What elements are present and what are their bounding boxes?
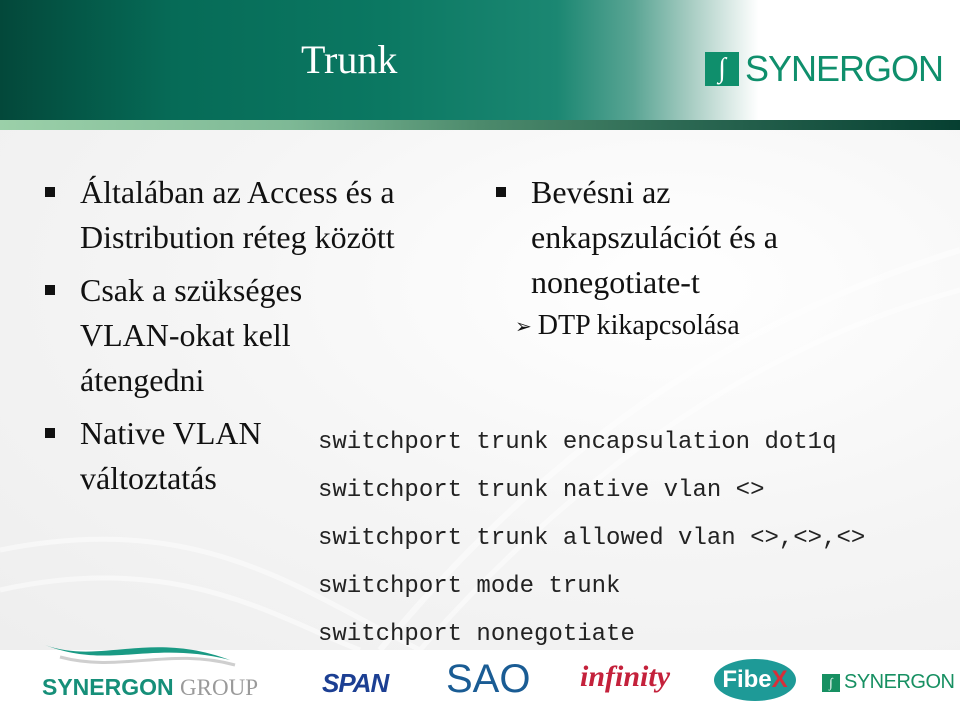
slide-title: Trunk (301, 37, 398, 82)
bullet-text-line: enkapszulációt és a (531, 219, 778, 255)
synergon-group-swoosh-icon (45, 645, 236, 667)
sao-logo: SAO (446, 657, 531, 701)
bullet-text-line: Distribution réteg között (80, 219, 395, 255)
square-bullet-icon (45, 285, 55, 295)
synergon-logo: ∫ SYNERGON (705, 48, 944, 89)
code-line: switchport trunk encapsulation dot1q (318, 429, 837, 456)
bullet-text-line: nonegotiate-t (531, 264, 700, 300)
bullet-text-line: VLAN-okat kell (80, 317, 291, 353)
synergon-group-logo: SYNERGON GROUP (42, 674, 258, 701)
square-bullet-icon (45, 187, 55, 197)
bullet-text-line: átengedni (80, 362, 205, 398)
group-name-text: SYNERGON (42, 674, 174, 700)
square-bullet-icon (496, 187, 506, 197)
bullet-text-line: Bevésni az (531, 174, 671, 210)
fibex-x-text: X (771, 666, 788, 693)
bullet-item: Csak a szükséges VLAN-okat kell átengedn… (45, 268, 465, 403)
sub-bullet-item: ➢ DTP kikapcsolása (515, 310, 740, 342)
sub-bullet-text: DTP kikapcsolása (537, 310, 740, 341)
arrow-bullet-icon: ➢ (515, 314, 532, 338)
bullet-text-line: Csak a szükséges (80, 272, 303, 308)
infinity-logo: infinity (580, 660, 671, 693)
synergon-footer-text: SYNERGON (844, 671, 955, 693)
right-bullet-item: Bevésni az enkapszulációt és a nonegotia… (496, 170, 896, 305)
synergon-footer-logo: ∫ SYNERGON (822, 671, 955, 694)
bullet-text-line: Általában az Access és a (80, 174, 395, 210)
header-stripe (0, 120, 960, 130)
code-line: switchport trunk allowed vlan <>,<>,<> (318, 525, 866, 552)
code-line: switchport trunk native vlan <> (318, 477, 765, 504)
square-bullet-icon (45, 428, 55, 438)
synergon-mark-icon: ∫ (705, 52, 739, 86)
span-logo: SPAN (322, 668, 389, 698)
fibex-logo: Fibe X (714, 659, 796, 701)
synergon-mark-icon: ∫ (822, 673, 840, 692)
fibex-text: Fibe (722, 666, 772, 693)
right-bullet-text: Bevésni az enkapszulációt és a nonegotia… (496, 170, 896, 305)
synergon-logo-text: SYNERGON (745, 48, 944, 89)
code-block: switchport trunk encapsulation dot1q swi… (318, 425, 865, 665)
code-line: switchport mode trunk (318, 573, 621, 600)
bullet-item: Általában az Access és a Distribution ré… (45, 170, 465, 260)
group-suffix-text: GROUP (180, 675, 258, 700)
